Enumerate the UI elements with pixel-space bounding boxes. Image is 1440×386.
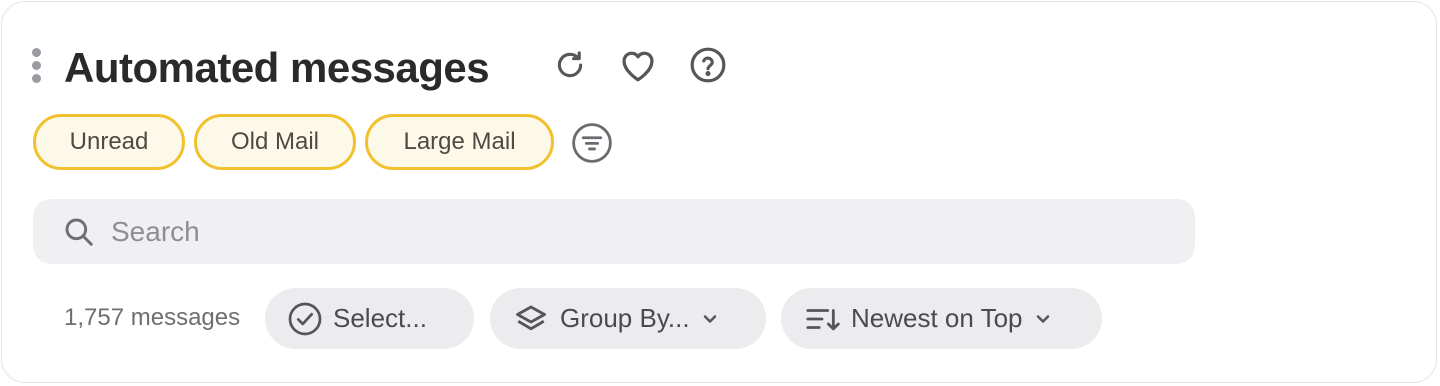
help-button[interactable] (686, 43, 730, 87)
search-icon (63, 216, 95, 248)
filter-chip-old-mail[interactable]: Old Mail (194, 114, 356, 170)
chip-label: Large Mail (403, 128, 516, 155)
search-input[interactable] (109, 214, 1113, 249)
select-label: Select... (333, 303, 427, 333)
select-button[interactable]: Select... (265, 288, 474, 349)
message-count: 1,757 messages (64, 304, 241, 331)
chip-label: Old Mail (230, 128, 320, 155)
group-by-label: Group By... (560, 303, 690, 333)
refresh-button[interactable] (548, 43, 592, 87)
automated-messages-panel: Automated messages Unread Old Mail Large… (1, 1, 1437, 383)
favorite-button[interactable] (616, 43, 660, 87)
help-icon (689, 46, 727, 84)
filter-icon (571, 122, 613, 164)
search-bar[interactable] (33, 199, 1195, 264)
sort-label: Newest on Top (851, 303, 1023, 333)
sort-order-dropdown[interactable]: Newest on Top (781, 288, 1102, 349)
sort-icon (803, 302, 841, 336)
refresh-icon (553, 48, 587, 82)
group-by-dropdown[interactable]: Group By... (490, 288, 766, 349)
drag-handle-icon[interactable] (30, 48, 42, 84)
chip-label: Unread (69, 128, 149, 155)
page-title: Automated messages (64, 44, 490, 91)
chevron-down-icon (1033, 309, 1053, 329)
filter-chip-unread[interactable]: Unread (33, 114, 185, 170)
heart-icon (618, 47, 658, 83)
chevron-down-icon (700, 309, 720, 329)
filter-chip-large-mail[interactable]: Large Mail (365, 114, 554, 170)
filter-options-button[interactable] (570, 121, 614, 165)
layers-icon (512, 301, 550, 337)
checkmark-circle-icon (287, 301, 323, 337)
